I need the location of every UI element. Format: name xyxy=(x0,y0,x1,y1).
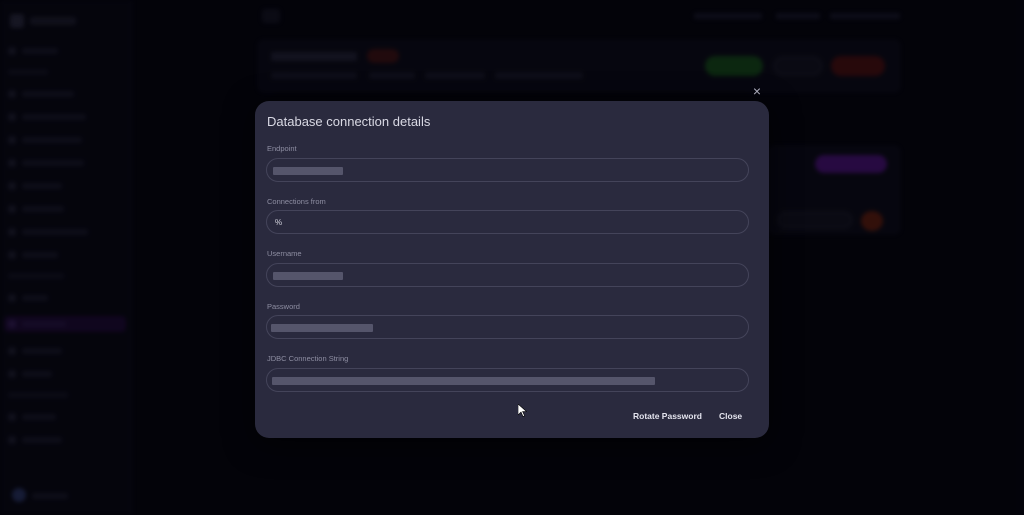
rotate-password-button[interactable]: Rotate Password xyxy=(633,411,702,421)
redacted-value xyxy=(272,377,655,385)
modal-title: Database connection details xyxy=(267,114,431,129)
close-button[interactable]: Close xyxy=(719,411,742,421)
username-label: Username xyxy=(267,249,302,258)
password-field[interactable] xyxy=(266,315,749,339)
redacted-value xyxy=(271,324,373,332)
connection-details-modal: Database connection details Endpoint Con… xyxy=(255,101,769,438)
redacted-value xyxy=(273,167,343,175)
password-label: Password xyxy=(267,302,300,311)
endpoint-field[interactable] xyxy=(266,158,749,182)
endpoint-label: Endpoint xyxy=(267,144,297,153)
connections-from-label: Connections from xyxy=(267,197,326,206)
connections-from-value: % xyxy=(275,218,283,227)
username-field[interactable] xyxy=(266,263,749,287)
close-icon[interactable]: × xyxy=(750,84,764,98)
connections-from-field[interactable]: % xyxy=(266,210,749,234)
jdbc-connection-string-field[interactable] xyxy=(266,368,749,392)
redacted-value xyxy=(273,272,343,280)
jdbc-label: JDBC Connection String xyxy=(267,354,349,363)
